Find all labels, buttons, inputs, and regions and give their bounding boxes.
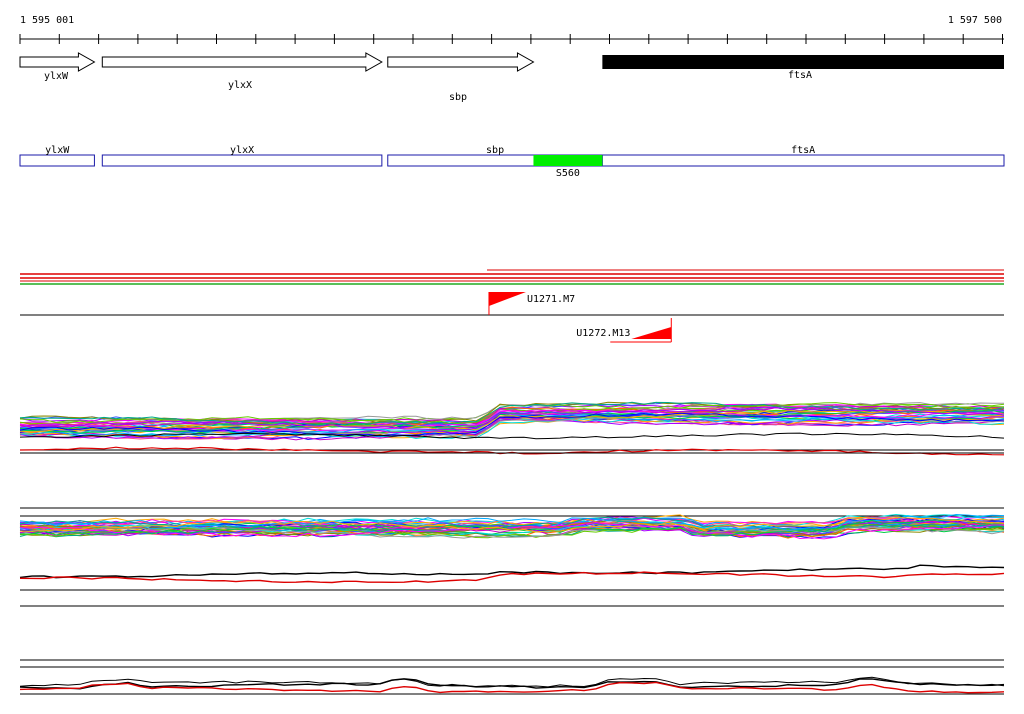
genes-track: ylxW ylxX sbp ftsA [19,52,1004,103]
promoter-flag-U1272.M13 [631,327,672,339]
coverage-lines-track [20,269,1004,285]
gene-arrow-sbp [387,52,535,72]
coordinate-ruler: 1 595 001 1 597 500 [19,15,1004,44]
annotation-label-ftsA: ftsA [791,145,815,156]
gene-ftsA-bar [602,55,1004,69]
promoter-flag-U1271.M7 [488,292,526,306]
ruler-end-label: 1 597 500 [948,15,1002,26]
gene-arrow-ylxX [101,52,383,72]
annotation-label-ylxX: ylxX [230,145,254,156]
expression-line-red [19,446,1005,456]
highlight-S560-box [533,155,603,166]
annotation-box-ylxW [19,154,95,167]
annotation-label-sbp: sbp [486,145,504,156]
promoter-label-U1272.M13: U1272.M13 [576,328,630,339]
annotation-box-ylxX [101,154,383,167]
ruler-start-label: 1 595 001 [20,15,74,26]
promoter-label-U1271.M7: U1271.M7 [527,294,575,305]
gene-label-sbp: sbp [449,92,467,103]
expression-line-red [19,571,1005,584]
promoter-track: U1271.M7 U1272.M13 [20,292,1004,343]
expression-panel-3 [19,659,1005,695]
gene-label-ylxW: ylxW [44,71,69,82]
annotation-track: ylxW ylxX sbp ftsA S560 [19,145,1005,179]
gene-label-ftsA: ftsA [788,70,812,81]
genome-browser: 1 595 001 1 597 500 ylxW ylxX sbp ftsA ylxW… [19,15,1005,695]
annotation-box-ftsA [601,154,1005,167]
gene-label-ylxX: ylxX [228,80,252,91]
annotation-label-ylxW: ylxW [45,145,70,156]
highlight-S560-label: S560 [556,168,580,179]
expression-panel-1 [19,401,1005,456]
expression-panel-2 [19,507,1005,607]
expression-line-red [19,681,1005,694]
gene-arrow-ylxW [19,52,96,72]
expression-panels [19,401,1005,695]
